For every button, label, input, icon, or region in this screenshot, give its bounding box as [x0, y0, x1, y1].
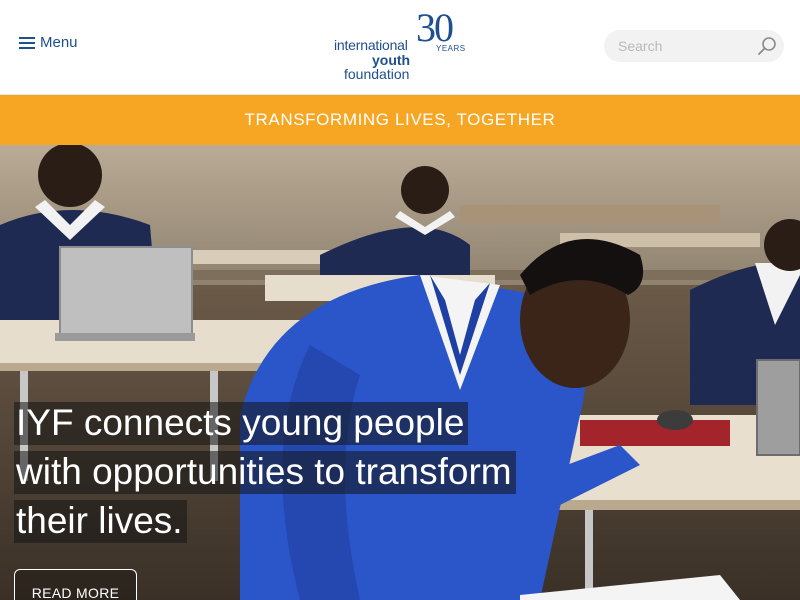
tagline-text: TRANSFORMING LIVES, TOGETHER — [244, 110, 556, 129]
site-logo[interactable]: 30 YEARS international youth foundation — [334, 5, 474, 82]
read-more-button[interactable]: READ MORE — [14, 569, 137, 600]
menu-button[interactable]: Menu — [19, 34, 78, 51]
logo-text-foundation: foundation — [344, 66, 410, 82]
menu-icon — [19, 36, 35, 49]
hero-headline-text: IYF connects young people with opportuni… — [14, 402, 516, 543]
search-input[interactable] — [618, 36, 748, 56]
logo-anniversary-label: YEARS — [436, 44, 466, 53]
tagline-banner: TRANSFORMING LIVES, TOGETHER — [0, 95, 800, 145]
hero-section: IYF connects young people with opportuni… — [0, 145, 800, 600]
menu-label: Menu — [40, 34, 78, 51]
search-icon[interactable] — [756, 35, 778, 57]
site-header: Menu 30 YEARS international youth founda… — [0, 0, 800, 95]
search-box — [604, 30, 784, 62]
hero-headline: IYF connects young people with opportuni… — [14, 398, 534, 545]
logo-text-international: international — [334, 37, 408, 53]
